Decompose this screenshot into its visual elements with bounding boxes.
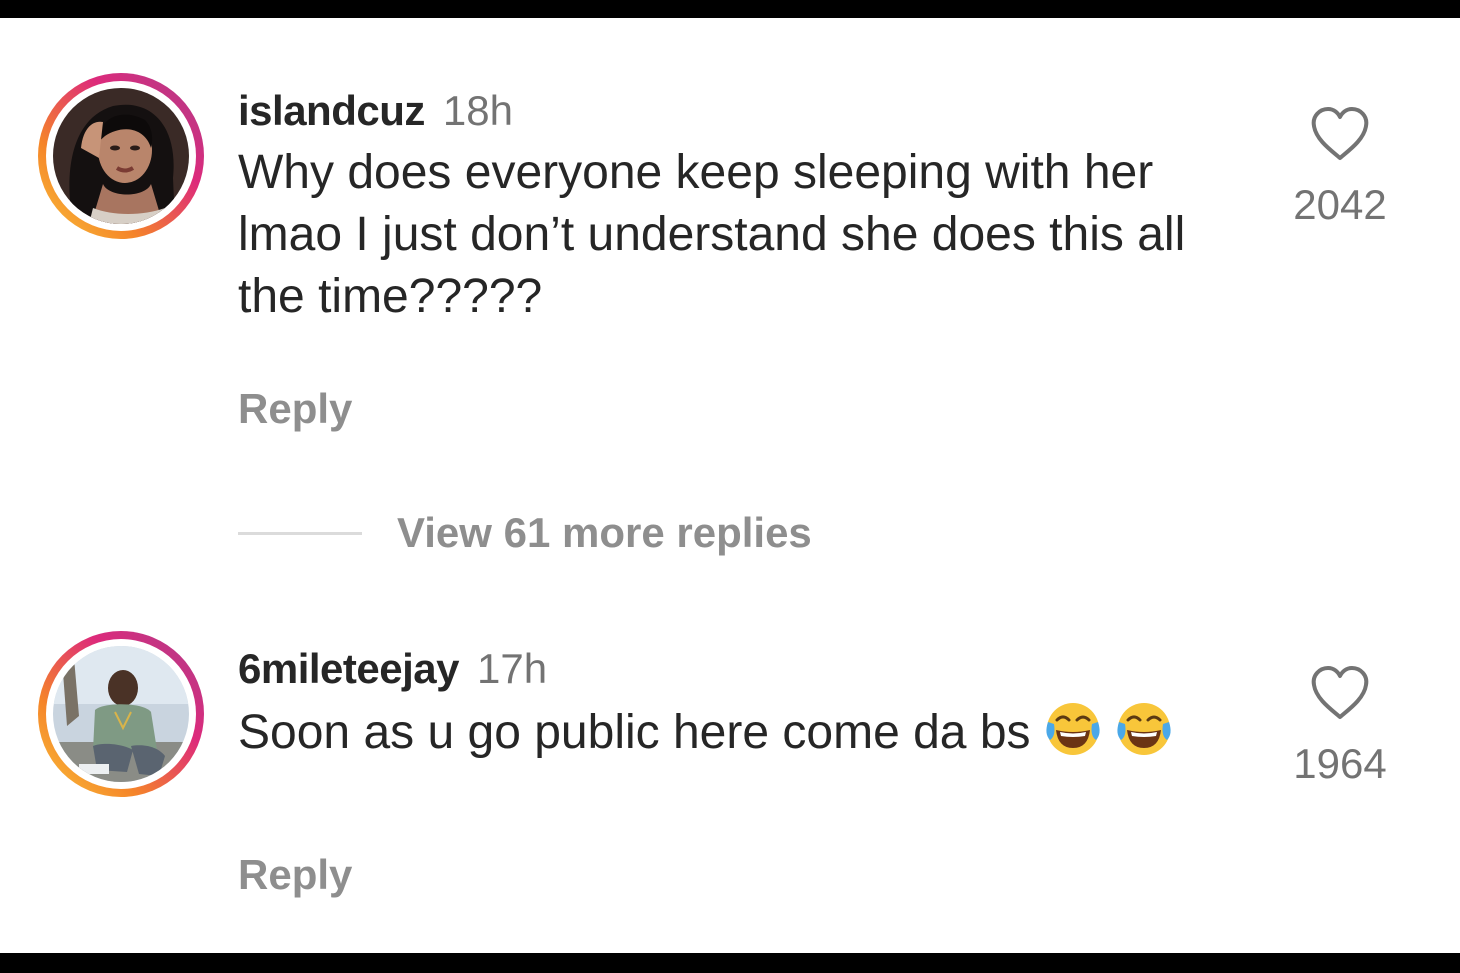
like-control: 1964 — [1280, 665, 1400, 789]
view-more-replies-label[interactable]: View 61 more replies — [397, 508, 812, 558]
comment-timestamp: 17h — [477, 645, 548, 692]
face-with-tears-of-joy-icon — [1117, 703, 1171, 755]
comment-text-content: Soon as u go public here come da bs — [238, 706, 1031, 759]
reply-button[interactable]: Reply — [238, 850, 352, 900]
like-count: 2042 — [1293, 181, 1387, 228]
like-control: 2042 — [1280, 106, 1400, 230]
avatar[interactable] — [53, 646, 189, 782]
comment-meta: islandcuz 18h — [238, 86, 513, 136]
avatar-photo — [53, 646, 189, 782]
comments-panel: islandcuz 18h Why does everyone keep slee… — [0, 18, 1460, 953]
screen-frame: islandcuz 18h Why does everyone keep slee… — [0, 0, 1460, 973]
face-with-tears-of-joy-icon — [1046, 703, 1100, 755]
avatar[interactable] — [53, 88, 189, 224]
divider-line — [238, 532, 362, 535]
comment-text: Soon as u go public here come da bs — [238, 700, 1248, 764]
comment-username[interactable]: 6mileteejay — [238, 645, 460, 692]
avatar-story-ring[interactable] — [38, 631, 204, 797]
avatar-story-ring[interactable] — [38, 73, 204, 239]
like-count: 1964 — [1293, 740, 1387, 787]
reply-button[interactable]: Reply — [238, 384, 352, 434]
heart-outline-icon[interactable] — [1310, 106, 1370, 162]
comment-meta: 6mileteejay 17h — [238, 644, 547, 694]
avatar-photo — [53, 88, 189, 224]
comment-username[interactable]: islandcuz — [238, 87, 425, 134]
comment-text: Why does everyone keep sleeping with her… — [238, 146, 1186, 323]
comment-timestamp: 18h — [442, 87, 513, 134]
heart-outline-icon[interactable] — [1310, 665, 1370, 721]
